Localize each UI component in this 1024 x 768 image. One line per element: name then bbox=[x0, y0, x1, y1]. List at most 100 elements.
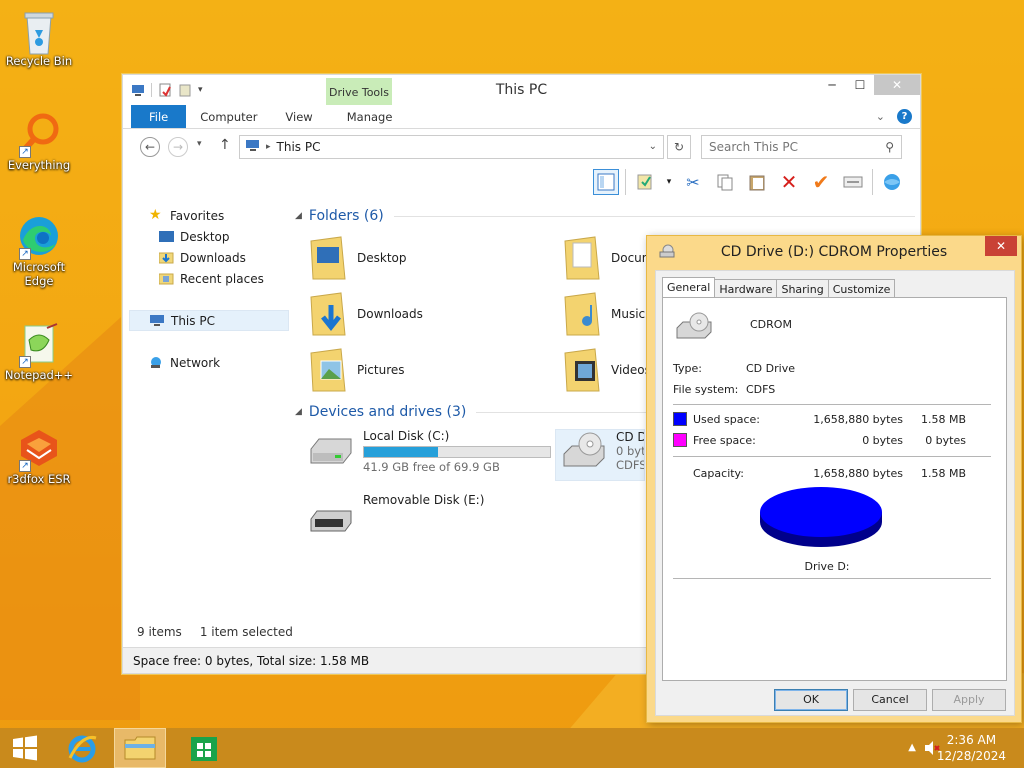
desktop-icon-r3dfox[interactable]: ↗ r3dfox ESR bbox=[3, 426, 75, 486]
forward-button[interactable]: → bbox=[168, 137, 188, 157]
tab-general[interactable]: General bbox=[662, 277, 716, 299]
clock[interactable]: 2:36 AM 12/28/2024 bbox=[937, 732, 1006, 764]
window-controls: ─ ☐ ✕ bbox=[818, 75, 920, 95]
copy-icon[interactable] bbox=[712, 169, 738, 195]
tab-customize[interactable]: Customize bbox=[827, 279, 896, 299]
tab-sharing[interactable]: Sharing bbox=[776, 279, 829, 299]
minimize-button[interactable]: ─ bbox=[818, 75, 846, 95]
used-space-size: 1.58 MB bbox=[920, 412, 966, 426]
drive-item-c[interactable]: Local Disk (C:) 41.9 GB free of 69.9 GB bbox=[307, 429, 561, 479]
preview-pane-button[interactable] bbox=[593, 169, 619, 195]
nav-network[interactable]: Network bbox=[129, 352, 289, 373]
folders-group-header[interactable]: ◢ Folders (6) bbox=[295, 205, 915, 227]
nav-recent-places[interactable]: Recent places bbox=[129, 268, 289, 289]
type-label: Type: bbox=[673, 362, 702, 375]
tab-manage[interactable]: Manage bbox=[333, 105, 407, 128]
tab-hardware[interactable]: Hardware bbox=[714, 279, 778, 299]
folder-item[interactable]: Downloads bbox=[307, 291, 561, 337]
status-bar: 9 items 1 item selected bbox=[137, 625, 293, 639]
delete-icon[interactable]: ✕ bbox=[776, 169, 802, 195]
properties-dropdown-icon[interactable]: ▾ bbox=[664, 169, 674, 195]
nav-favorites[interactable]: ★ Favorites bbox=[129, 205, 289, 226]
desktop-icon-notepadpp[interactable]: ↗ Notepad++ bbox=[3, 322, 75, 382]
drive-name: CD Drive (D:) CDROM bbox=[616, 430, 644, 444]
ok-button[interactable]: OK bbox=[774, 689, 848, 711]
documents-folder-icon bbox=[561, 235, 603, 281]
explorer-titlebar[interactable]: ▾ Drive Tools This PC ─ ☐ ✕ bbox=[123, 75, 920, 105]
tab-file[interactable]: File bbox=[131, 105, 187, 128]
network-globe-icon[interactable] bbox=[879, 169, 905, 195]
cd-drive-icon bbox=[560, 430, 608, 474]
cd-drive-icon bbox=[675, 310, 715, 345]
show-hidden-icons-icon[interactable]: ▲ bbox=[908, 742, 916, 753]
nav-label: Downloads bbox=[180, 250, 246, 265]
maximize-button[interactable]: ☐ bbox=[846, 75, 874, 95]
clock-date: 12/28/2024 bbox=[936, 749, 1006, 763]
eject-icon[interactable] bbox=[840, 169, 866, 195]
group-header-label: Folders (6) bbox=[308, 208, 384, 224]
cut-icon[interactable]: ✂ bbox=[680, 169, 706, 195]
back-button[interactable]: ← bbox=[140, 137, 160, 157]
dialog-close-button[interactable]: ✕ bbox=[985, 236, 1017, 256]
rename-check-icon[interactable]: ✔ bbox=[808, 169, 834, 195]
refresh-button[interactable]: ↻ bbox=[667, 135, 691, 159]
taskbar: ▲ 2:36 AM 12/28/2024 bbox=[0, 728, 1024, 768]
window-title: This PC bbox=[495, 82, 548, 98]
tab-view[interactable]: View bbox=[271, 105, 326, 128]
nav-this-pc[interactable]: This PC bbox=[129, 310, 289, 331]
properties-toolbar-icon[interactable] bbox=[632, 169, 658, 195]
drive-item-e[interactable]: Removable Disk (E:) bbox=[307, 493, 561, 543]
recent-locations-icon[interactable]: ▾ bbox=[197, 139, 202, 149]
folder-label: Desktop bbox=[357, 251, 407, 265]
help-icon[interactable]: ? bbox=[897, 109, 912, 124]
toolbar-divider bbox=[625, 169, 626, 195]
desktop-icon-edge[interactable]: ↗ Microsoft Edge bbox=[3, 214, 75, 288]
everything-icon: ↗ bbox=[17, 112, 61, 158]
nav-label: Favorites bbox=[170, 208, 225, 223]
taskbar-file-explorer[interactable] bbox=[114, 728, 166, 768]
dialog-titlebar[interactable]: CD Drive (D:) CDROM Properties ✕ bbox=[647, 236, 1021, 270]
folder-item[interactable]: Desktop bbox=[307, 235, 561, 281]
desktop-icon-recycle-bin[interactable]: Recycle Bin bbox=[3, 8, 75, 68]
taskbar-internet-explorer[interactable] bbox=[60, 728, 104, 768]
address-bar[interactable]: ▸ This PC ⌄ bbox=[239, 135, 664, 159]
type-value: CD Drive bbox=[746, 362, 795, 375]
clock-time: 2:36 AM bbox=[946, 733, 997, 747]
folder-item[interactable]: Pictures bbox=[307, 347, 561, 393]
type-row: Type: CD Drive bbox=[673, 362, 795, 375]
paste-icon[interactable] bbox=[744, 169, 770, 195]
address-dropdown-icon[interactable]: ⌄ bbox=[649, 136, 657, 158]
nav-downloads[interactable]: Downloads bbox=[129, 247, 289, 268]
apply-button[interactable]: Apply bbox=[932, 689, 1006, 711]
toolbar-divider bbox=[872, 169, 873, 195]
pie-used-slice bbox=[760, 487, 882, 537]
desktop-icon-everything[interactable]: ↗ Everything bbox=[3, 112, 75, 172]
nav-label: Desktop bbox=[180, 229, 230, 244]
drive-item-d[interactable]: CD Drive (D:) CDROM 0 bytes free of 1.58… bbox=[555, 429, 645, 481]
free-space-row: Free space: 0 bytes 0 bytes bbox=[673, 433, 966, 447]
breadcrumb-chevron-icon[interactable]: ▸ bbox=[266, 136, 271, 158]
shortcut-arrow-icon: ↗ bbox=[19, 356, 31, 368]
tab-computer[interactable]: Computer bbox=[186, 105, 271, 128]
cancel-button[interactable]: Cancel bbox=[853, 689, 927, 711]
taskbar-store[interactable] bbox=[182, 728, 226, 768]
capacity-row: Capacity: 1,658,880 bytes 1.58 MB bbox=[673, 467, 966, 480]
nav-label: Network bbox=[170, 355, 221, 370]
navigation-pane: ★ Favorites Desktop Downloads Recent pla… bbox=[129, 205, 289, 373]
start-button[interactable] bbox=[6, 728, 44, 768]
search-icon: ⚲ bbox=[885, 140, 894, 154]
volume-label[interactable]: CDROM bbox=[750, 318, 792, 331]
desktop-icon-label: r3dfox ESR bbox=[7, 472, 71, 486]
desktop-icon-label: Recycle Bin bbox=[5, 54, 73, 68]
downloads-folder-icon bbox=[307, 291, 349, 337]
up-button[interactable]: ↑ bbox=[219, 137, 231, 153]
windows-logo-icon bbox=[13, 735, 37, 761]
expand-ribbon-icon[interactable]: ⌄ bbox=[876, 110, 885, 123]
disk-usage-pie bbox=[760, 487, 882, 547]
nav-desktop[interactable]: Desktop bbox=[129, 226, 289, 247]
group-divider bbox=[393, 215, 915, 217]
search-box[interactable]: Search This PC ⚲ bbox=[701, 135, 902, 159]
drive-name: Local Disk (C:) bbox=[363, 429, 450, 443]
close-button[interactable]: ✕ bbox=[874, 75, 920, 95]
